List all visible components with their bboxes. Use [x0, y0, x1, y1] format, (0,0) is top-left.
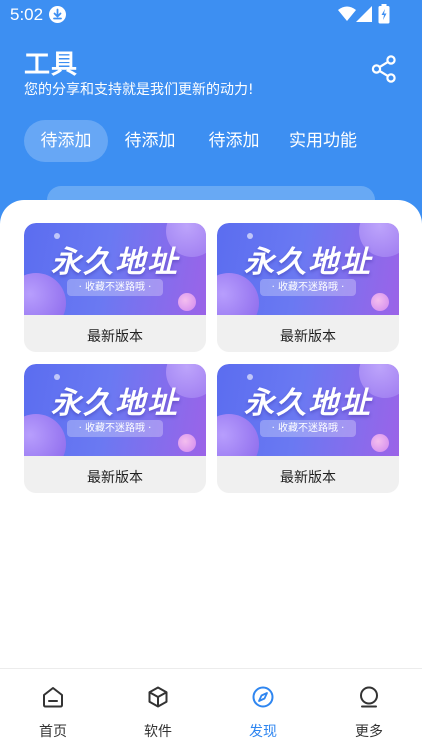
banner-title: 永久地址 — [244, 245, 372, 280]
banner-image: 永久地址 · 收藏不迷路哦 · — [217, 364, 399, 456]
banner-image: 永久地址 · 收藏不迷路哦 · — [24, 223, 206, 315]
share-icon[interactable] — [371, 55, 397, 87]
banner-image: 永久地址 · 收藏不迷路哦 · — [24, 364, 206, 456]
banner-title: 永久地址 — [51, 245, 179, 280]
nav-label: 软件 — [144, 724, 172, 740]
cube-icon — [148, 686, 168, 708]
banner-tag: · 收藏不迷路哦 · — [260, 279, 356, 296]
more-icon — [360, 686, 378, 708]
page-title: 工具 — [24, 50, 79, 80]
nav-label: 更多 — [355, 724, 383, 740]
tab-pending-2[interactable]: 待添加 — [108, 120, 192, 162]
card-latest-version[interactable]: 永久地址 · 收藏不迷路哦 · 最新版本 — [24, 364, 206, 493]
bottom-nav: 首页 软件 发现 更多 — [0, 668, 422, 751]
status-time: 5:02 — [10, 5, 44, 24]
nav-home[interactable]: 首页 — [13, 669, 93, 751]
card-latest-version[interactable]: 永久地址 · 收藏不迷路哦 · 最新版本 — [24, 223, 206, 352]
banner-tag: · 收藏不迷路哦 · — [260, 420, 356, 437]
card-label: 最新版本 — [280, 329, 336, 345]
download-icon — [49, 6, 66, 23]
content-panel: 永久地址 · 收藏不迷路哦 · 最新版本 永久地址 · 收藏不迷路哦 · 最新版… — [0, 200, 422, 680]
nav-label: 发现 — [249, 724, 277, 740]
card-label: 最新版本 — [87, 329, 143, 345]
card-latest-version[interactable]: 永久地址 · 收藏不迷路哦 · 最新版本 — [217, 223, 399, 352]
tab-pending-3[interactable]: 待添加 — [192, 120, 276, 162]
signal-icon — [356, 6, 372, 27]
battery-icon — [378, 4, 390, 29]
wifi-icon — [338, 6, 356, 27]
nav-discover[interactable]: 发现 — [223, 669, 303, 751]
card-latest-version[interactable]: 永久地址 · 收藏不迷路哦 · 最新版本 — [217, 364, 399, 493]
tab-utilities[interactable]: 实用功能 — [278, 120, 368, 162]
nav-software[interactable]: 软件 — [118, 669, 198, 751]
card-label: 最新版本 — [280, 470, 336, 486]
page-subtitle: 您的分享和支持就是我们更新的动力! — [24, 82, 254, 98]
nav-label: 首页 — [39, 724, 67, 740]
banner-tag: · 收藏不迷路哦 · — [67, 279, 163, 296]
status-bar: 5:02 — [0, 0, 422, 30]
banner-image: 永久地址 · 收藏不迷路哦 · — [217, 223, 399, 315]
banner-tag: · 收藏不迷路哦 · — [67, 420, 163, 437]
compass-icon — [252, 686, 274, 708]
card-label: 最新版本 — [87, 470, 143, 486]
banner-title: 永久地址 — [244, 386, 372, 421]
nav-more[interactable]: 更多 — [329, 669, 409, 751]
banner-title: 永久地址 — [51, 386, 179, 421]
tab-pending-1[interactable]: 待添加 — [24, 120, 108, 162]
home-icon — [43, 687, 63, 708]
